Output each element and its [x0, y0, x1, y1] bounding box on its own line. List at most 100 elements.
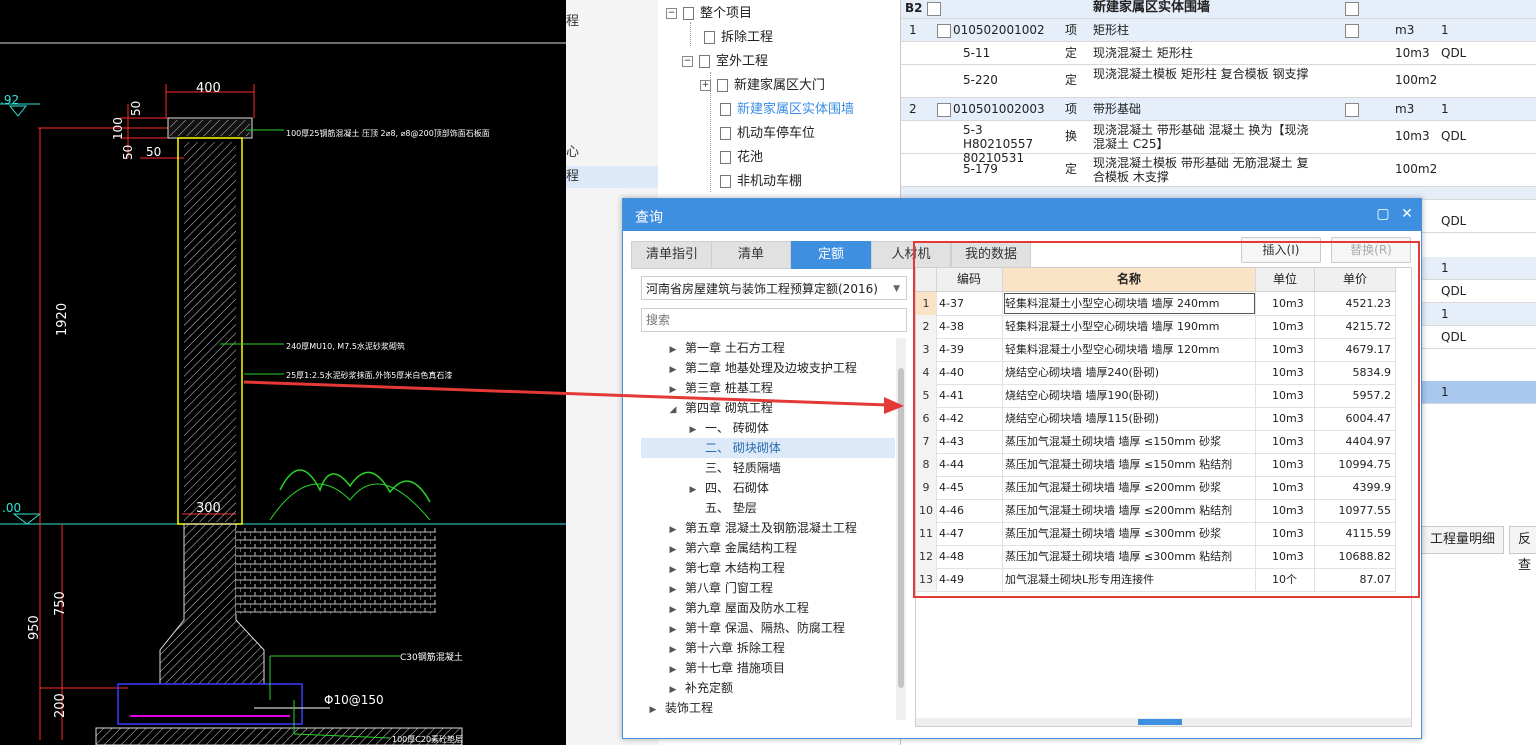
checkbox[interactable]	[1345, 2, 1359, 16]
collapse-icon[interactable]: −	[666, 8, 677, 19]
tree-item-outdoor[interactable]: − 室外工程	[682, 51, 768, 73]
chapter-tree-item[interactable]: ▶ 补充定额	[641, 678, 895, 698]
table-row[interactable]: 13 4-49 加气混凝土砌块L形专用连接件 10个 87.07	[916, 568, 1396, 592]
bq-row-1[interactable]: 1 010502001002 项 矩形柱 m3 1	[901, 19, 1536, 42]
chapter-tree-item[interactable]: ▶ 第六章 金属结构工程	[641, 538, 895, 558]
bq-right-cell-3[interactable]: QDL	[1421, 280, 1536, 303]
header-price[interactable]: 单价	[1315, 268, 1396, 291]
expand-arrow-icon[interactable]: ▶	[667, 340, 679, 360]
tab-quantity-detail[interactable]: 工程量明细	[1421, 526, 1505, 554]
bq-row-2-1[interactable]: 5-3 H80210557 80210531 换 现浇混凝土 带形基础 混凝土 …	[901, 121, 1536, 165]
tab-bill[interactable]: 清单	[711, 241, 791, 269]
bq-right-cell-4[interactable]: 1	[1421, 303, 1536, 326]
chapter-tree-item[interactable]: ▶ 装饰工程	[641, 698, 895, 718]
chapter-tree-item[interactable]: 三、 轻质隔墙	[641, 458, 895, 478]
dropdown-arrow-icon[interactable]: ▼	[893, 277, 900, 301]
collapse-icon[interactable]: −	[682, 56, 693, 67]
expand-arrow-icon[interactable]: ▶	[667, 680, 679, 700]
expand-arrow-icon[interactable]: ▶	[687, 420, 699, 440]
section-row[interactable]: B2 新建家属区实体围墙	[901, 0, 1536, 19]
expand-icon[interactable]: +	[700, 80, 711, 91]
chapter-tree-item[interactable]: ◢ 第四章 砌筑工程	[641, 398, 895, 418]
chapter-tree-item[interactable]: ▶ 第十七章 措施项目	[641, 658, 895, 678]
strip-item-1[interactable]: 程	[566, 11, 658, 33]
chapter-tree-item[interactable]: ▶ 第八章 门窗工程	[641, 578, 895, 598]
table-row[interactable]: 7 4-43 蒸压加气混凝土砌块墙 墙厚 ≤150mm 砂浆 10m3 4404.97	[916, 430, 1396, 454]
bq-right-cell-selected[interactable]: 1	[1421, 381, 1536, 404]
tab-labor-material-machine[interactable]: 人材机	[871, 241, 951, 269]
chapter-tree-item[interactable]: ▶ 第十六章 拆除工程	[641, 638, 895, 658]
table-row[interactable]: 5 4-41 烧结空心砌块墙 墙厚190(卧砌) 10m3 5957.2	[916, 384, 1396, 408]
tree-item-bike-shed[interactable]: 非机动车棚	[720, 171, 802, 193]
cad-drawing-panel[interactable]: 400 50 100 50 50 1920 300 950 750 200 .9…	[0, 0, 566, 745]
bq-right-cell-1[interactable]: QDL	[1421, 210, 1536, 233]
chapter-tree-item[interactable]: ▶ 第九章 屋面及防水工程	[641, 598, 895, 618]
chapter-tree-item[interactable]: ▶ 第十章 保温、隔热、防腐工程	[641, 618, 895, 638]
chapter-tree-item[interactable]: ▶ 第三章 桩基工程	[641, 378, 895, 398]
tree-scrollbar[interactable]	[896, 338, 906, 720]
table-row[interactable]: 4 4-40 烧结空心砌块墙 墙厚240(卧砌) 10m3 5834.9	[916, 361, 1396, 385]
collapse-icon[interactable]	[937, 103, 951, 117]
expand-arrow-icon[interactable]: ▶	[667, 640, 679, 660]
expand-arrow-icon[interactable]: ▶	[687, 480, 699, 500]
table-row[interactable]: 3 4-39 轻集料混凝土小型空心砌块墙 墙厚 120mm 10m3 4679.17	[916, 338, 1396, 362]
tree-item-parking[interactable]: 机动车停车位	[720, 123, 815, 145]
table-row[interactable]: 10 4-46 蒸压加气混凝土砌块墙 墙厚 ≤200mm 粘结剂 10m3 10977.…	[916, 499, 1396, 523]
chapter-tree-item[interactable]: ▶ 第二章 地基处理及边坡支护工程	[641, 358, 895, 378]
checkbox[interactable]	[1345, 24, 1359, 38]
expand-arrow-icon[interactable]: ▶	[667, 520, 679, 540]
collapse-icon[interactable]	[937, 24, 951, 38]
expand-arrow-icon[interactable]: ▶	[667, 620, 679, 640]
bq-right-cell-2[interactable]: 1	[1421, 257, 1536, 280]
tab-quota[interactable]: 定额	[791, 241, 871, 269]
results-scrollbar[interactable]	[916, 718, 1411, 726]
table-row[interactable]: 12 4-48 蒸压加气混凝土砌块墙 墙厚 ≤300mm 粘结剂 10m3 10688.…	[916, 545, 1396, 569]
replace-button[interactable]: 替换(R)	[1331, 237, 1411, 263]
chapter-tree-item[interactable]: ▶ 四、 石砌体	[641, 478, 895, 498]
expand-arrow-icon[interactable]: ▶	[667, 540, 679, 560]
expand-arrow-icon[interactable]: ▶	[667, 580, 679, 600]
table-row[interactable]: 6 4-42 烧结空心砌块墙 墙厚115(卧砌) 10m3 6004.47	[916, 407, 1396, 431]
chapter-tree-item[interactable]: ▶ 一、 砖砌体	[641, 418, 895, 438]
tree-item-wall[interactable]: 新建家属区实体围墙	[720, 99, 854, 121]
table-row[interactable]: 2 4-38 轻集料混凝土小型空心砌块墙 墙厚 190mm 10m3 4215.72	[916, 315, 1396, 339]
tree-item-gate[interactable]: + 新建家属区大门	[700, 75, 825, 97]
chapter-tree-item[interactable]: 五、 垫层	[641, 498, 895, 518]
bq-row-1-2[interactable]: 5-220 定 现浇混凝土模板 矩形柱 复合模板 钢支撑 100m2	[901, 65, 1536, 98]
close-icon[interactable]: ✕	[1399, 206, 1415, 222]
table-row[interactable]: 11 4-47 蒸压加气混凝土砌块墙 墙厚 ≤300mm 砂浆 10m3 4115.59	[916, 522, 1396, 546]
expand-arrow-icon[interactable]: ▶	[667, 560, 679, 580]
expand-arrow-icon[interactable]: ▶	[667, 660, 679, 680]
chapter-tree-item[interactable]: 二、 砌块砌体	[641, 438, 895, 458]
maximize-icon[interactable]: ▢	[1375, 206, 1391, 222]
chapter-tree-item[interactable]: ▶ 第五章 混凝土及钢筋混凝土工程	[641, 518, 895, 538]
chapter-tree-item[interactable]: ▶ 第七章 木结构工程	[641, 558, 895, 578]
table-row[interactable]: 9 4-45 蒸压加气混凝土砌块墙 墙厚 ≤200mm 砂浆 10m3 4399.9	[916, 476, 1396, 500]
expand-arrow-icon[interactable]: ▶	[647, 700, 659, 720]
scrollbar-thumb[interactable]	[1138, 719, 1182, 725]
insert-button[interactable]: 插入(I)	[1241, 237, 1321, 263]
scrollbar-thumb[interactable]	[898, 368, 904, 688]
header-unit[interactable]: 单位	[1256, 268, 1315, 291]
header-name[interactable]: 名称	[1003, 268, 1256, 291]
strip-item-2[interactable]: 心	[566, 142, 658, 164]
table-row[interactable]: 8 4-44 蒸压加气混凝土砌块墙 墙厚 ≤150mm 粘结剂 10m3 10994.7…	[916, 453, 1396, 477]
bq-row-1-1[interactable]: 5-11 定 现浇混凝土 矩形柱 10m3 QDL	[901, 42, 1536, 65]
bq-row-2-2[interactable]: 5-179 定 现浇混凝土模板 带形基础 无筋混凝土 复合模板 木支撑 100m…	[901, 154, 1536, 187]
chapter-tree-item[interactable]: ▶ 第一章 土石方工程	[641, 338, 895, 358]
tab-reverse-lookup[interactable]: 反查	[1509, 526, 1536, 573]
bq-row-2[interactable]: 2 010501002003 项 带形基础 m3 1	[901, 98, 1536, 121]
tab-my-data[interactable]: 我的数据	[951, 241, 1031, 269]
checkbox[interactable]	[1345, 103, 1359, 117]
expand-arrow-icon[interactable]: ▶	[667, 360, 679, 380]
expanded-arrow-icon[interactable]: ◢	[667, 400, 679, 420]
header-code[interactable]: 编码	[936, 268, 1003, 291]
table-row[interactable]: 1 4-37 轻集料混凝土小型空心砌块墙 墙厚 240mm 10m3 4521.23	[916, 292, 1396, 316]
collapse-icon[interactable]	[927, 2, 941, 16]
tree-item-demolition[interactable]: 拆除工程	[704, 27, 773, 49]
quota-set-select[interactable]: 河南省房屋建筑与装饰工程预算定额(2016) ▼	[641, 276, 907, 300]
bq-right-cell-5[interactable]: QDL	[1421, 326, 1536, 349]
expand-arrow-icon[interactable]: ▶	[667, 600, 679, 620]
tree-item-planter[interactable]: 花池	[720, 147, 763, 169]
search-input[interactable]	[641, 308, 907, 332]
